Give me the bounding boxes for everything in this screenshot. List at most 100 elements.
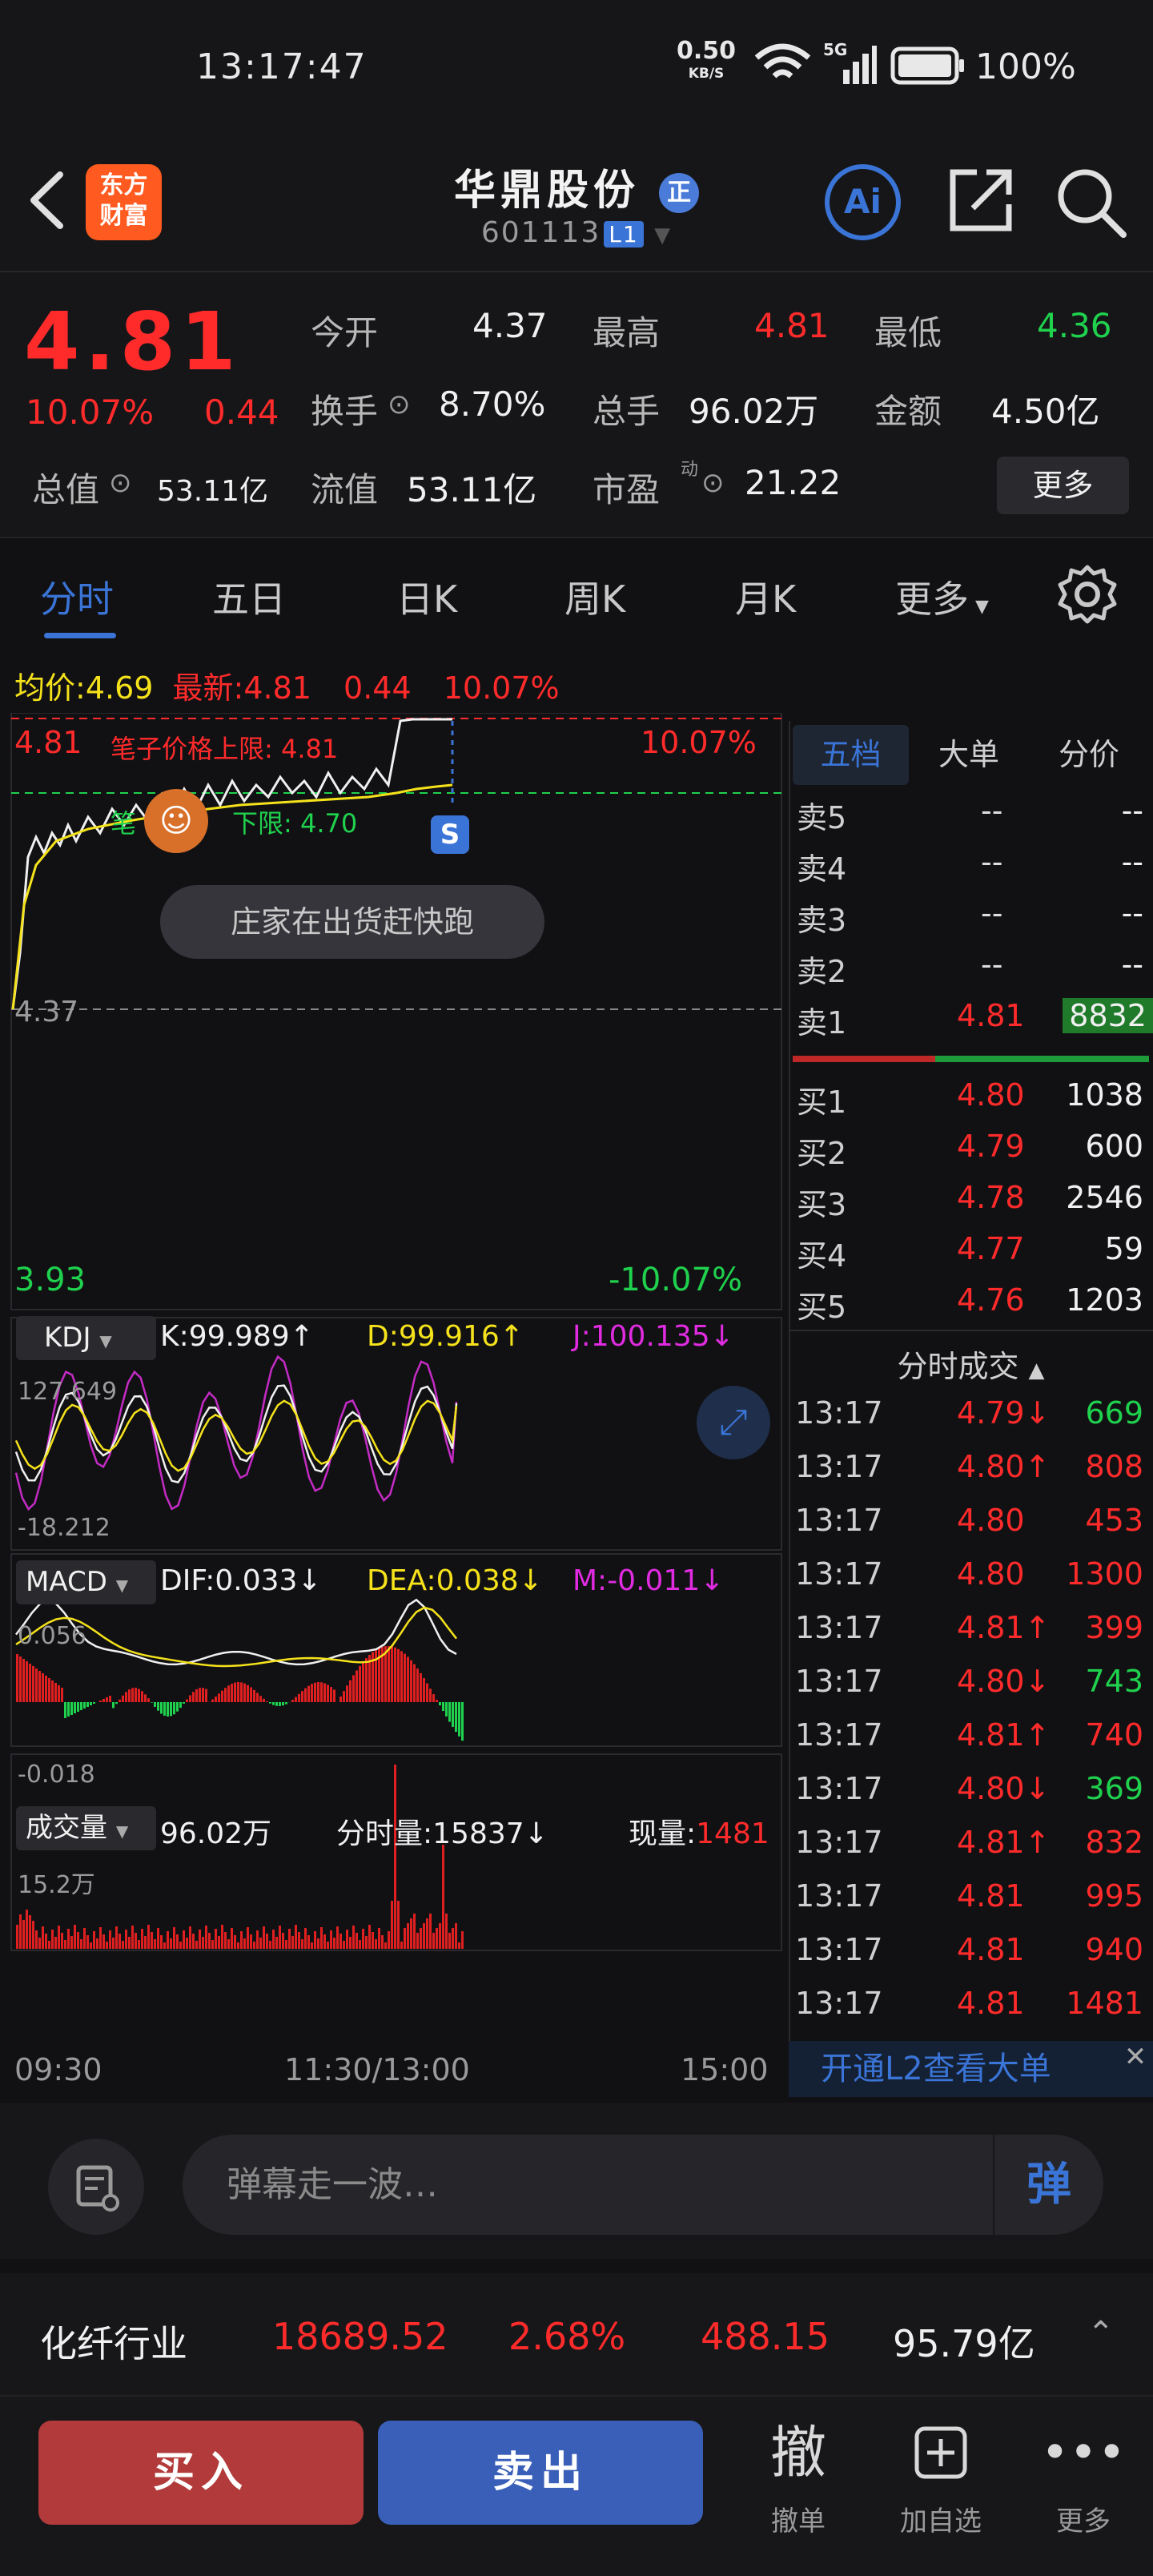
macd-bar [163,1702,166,1716]
pe-value: 21.22 [745,463,842,502]
search-icon[interactable] [1053,164,1129,240]
more-actions-button[interactable]: ••• 更多 [1023,2413,1143,2538]
tab-weekly[interactable]: 周K [564,570,625,623]
bid-row[interactable]: 买5 4.76 1203 [789,1282,1153,1334]
danmu-input[interactable]: 弹幕走一波… [183,2135,1103,2235]
ad-pill[interactable]: 庄家在出货赶快跑 [160,885,544,959]
volume-bar [112,1938,114,1949]
ask-row[interactable]: 卖5 -- -- [789,793,1153,844]
fullscreen-icon[interactable]: ⤢ [697,1386,770,1459]
trades-title[interactable]: 分时成交 ▲ [789,1342,1153,1386]
bid-row[interactable]: 买1 4.80 1038 [789,1077,1153,1129]
volume-bar [22,1920,25,1949]
volume-bar [413,1914,416,1949]
ask-volume: 8832 [1063,998,1153,1033]
trade-time: 13:17 [795,1556,883,1592]
macd-bar [179,1702,182,1709]
ask-price: -- [981,793,1003,828]
tab-big-orders[interactable]: 大单 [917,725,1021,785]
ai-assistant-button[interactable]: Ai [825,164,901,240]
bid-row[interactable]: 买4 4.77 59 [789,1231,1153,1282]
volume-bar [352,1926,355,1949]
macd-bar [375,1649,377,1702]
l2-upgrade-banner[interactable]: 开通L2查看大单 [789,2041,1153,2097]
trade-volume: 453 [1085,1503,1143,1538]
ask-row[interactable]: 卖4 -- -- [789,844,1153,896]
tab-5day[interactable]: 五日 [212,570,286,623]
volume-bar [304,1928,307,1949]
kdj-indicator-select[interactable]: KDJ ▼ [16,1316,156,1360]
trade-time: 13:17 [795,1395,883,1431]
macd-bar [256,1693,259,1702]
tab-daily[interactable]: 日K [396,570,457,623]
macd-bar [359,1665,361,1702]
volume-bar [102,1934,105,1949]
macd-bar [147,1698,150,1702]
tab-five-levels[interactable]: 五档 [793,725,909,785]
tab-monthly[interactable]: 月K [735,570,796,623]
macd-bar [352,1675,355,1702]
buy-button[interactable]: 买入 [38,2421,364,2525]
upper-limit-note: 笔子价格上限: 4.81 [110,734,339,764]
macd-bar [240,1682,243,1702]
net-speed-unit: KB/S [688,66,725,82]
info-icon[interactable]: ⊙ [109,467,132,499]
volume-bar [362,1929,364,1949]
tab-more-label: 更多 [895,578,969,621]
danmu-settings-icon[interactable] [48,2139,144,2235]
bid-row[interactable]: 买2 4.79 600 [789,1129,1153,1180]
ask-row[interactable]: 卖3 -- -- [789,896,1153,947]
macd-bar [455,1702,457,1733]
macd-bar [263,1698,265,1702]
volume-bar [279,1926,281,1949]
pct-bottom-label: -10.07% [609,1262,742,1298]
settings-icon[interactable] [1055,562,1119,626]
volume-label: 总手 [593,392,661,431]
volume-bar [404,1928,406,1949]
volume-bar [275,1937,278,1949]
more-quote-button[interactable]: 更多 [997,457,1129,514]
danmu-send-button[interactable]: 弹 [993,2135,1103,2235]
macd-bar [67,1702,70,1717]
signal-marker[interactable]: S [431,815,469,854]
ask-row[interactable]: 卖1 4.81 8832 [789,998,1153,1049]
base-price-label: 4.37 [14,996,79,1028]
industry-bar[interactable]: 化纤行业 18689.52 2.68% 488.15 95.79亿 ⌃ [0,2259,1153,2395]
macd-label: MACD [26,1566,107,1598]
sell-button[interactable]: 卖出 [378,2421,703,2525]
volume-indicator-select[interactable]: 成交量 ▼ [16,1806,156,1850]
add-watchlist-button[interactable]: 加自选 [881,2413,1001,2538]
macd-bar [144,1694,147,1702]
bid-price: 4.76 [957,1282,1025,1318]
close-icon[interactable]: ✕ [1119,2041,1151,2073]
cancel-order-button[interactable]: 撤 撤单 [738,2413,858,2538]
macd-bar [311,1684,313,1702]
volume-bar [202,1937,204,1949]
pe-type: 动 [681,460,699,480]
ask-row[interactable]: 卖2 -- -- [789,947,1153,998]
time-start: 09:30 [14,2052,102,2087]
volume-bar [410,1918,412,1949]
macd-bar [343,1691,345,1702]
volume-bar [365,1936,368,1949]
volume-bar [215,1929,217,1949]
latest-change: 0.44 [343,670,412,706]
mascot-avatar[interactable]: ☺ [144,789,208,853]
macd-indicator-select[interactable]: MACD ▼ [16,1560,156,1604]
trade-time: 13:17 [795,1449,883,1484]
bid-row[interactable]: 买3 4.78 2546 [789,1180,1153,1231]
macd-bar [70,1702,73,1715]
info-icon[interactable]: ⊙ [701,467,725,499]
chevron-up-icon[interactable]: ⌃ [1087,2315,1115,2352]
tab-price-dist[interactable]: 分价 [1033,725,1145,785]
tab-intraday[interactable]: 分时 [40,570,114,623]
tab-more[interactable]: 更多 ▼ [895,570,989,623]
macd-bar [221,1690,223,1702]
share-icon[interactable] [945,164,1017,236]
ask-volume: -- [1121,844,1143,879]
info-icon[interactable]: ⊙ [388,388,411,421]
price-chart-frame [10,713,782,1310]
volume-bar [372,1932,374,1949]
ask-label: 卖4 [797,851,847,887]
trade-price: 4.81 [957,1878,1025,1914]
